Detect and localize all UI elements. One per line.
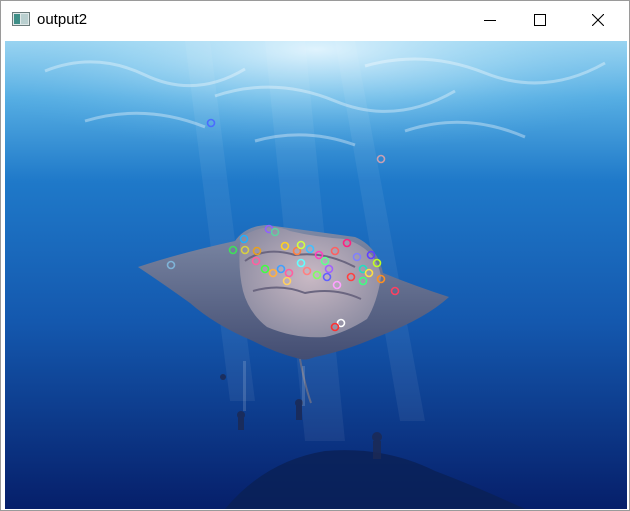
maximize-icon xyxy=(534,14,546,26)
close-button[interactable] xyxy=(575,1,621,39)
manta-ray-photo xyxy=(5,41,627,509)
image-canvas xyxy=(5,41,627,509)
close-icon xyxy=(592,14,604,26)
maximize-button[interactable] xyxy=(517,1,563,39)
window-title: output2 xyxy=(37,11,88,28)
title-bar[interactable]: output2 xyxy=(1,1,629,39)
image-window-icon xyxy=(12,12,30,26)
minimize-button[interactable] xyxy=(467,1,513,39)
minimize-icon xyxy=(484,20,496,21)
image-window: output2 xyxy=(0,0,630,511)
